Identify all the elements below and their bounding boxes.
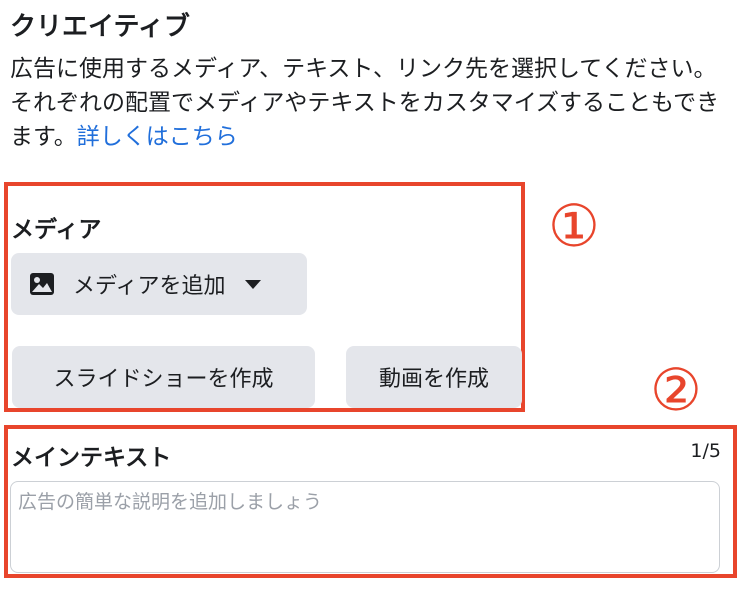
annotation-number-2: ② — [650, 356, 702, 424]
create-video-button[interactable]: 動画を作成 — [346, 346, 522, 408]
main-text-input[interactable] — [11, 482, 719, 572]
creative-description: 広告に使用するメディア、テキスト、リンク先を選択してください。それぞれの配置でメ… — [10, 52, 722, 154]
create-slideshow-button[interactable]: スライドショーを作成 — [12, 346, 315, 408]
image-icon — [30, 273, 54, 295]
main-text-field-wrapper — [10, 481, 720, 573]
learn-more-link[interactable]: 詳しくはこちら — [77, 124, 238, 150]
add-media-button[interactable]: メディアを追加 — [11, 253, 307, 315]
main-text-counter: 1/5 — [690, 440, 721, 462]
main-text-label: メインテキスト — [11, 445, 172, 471]
media-section-label: メディア — [11, 217, 102, 243]
annotation-number-1: ① — [548, 192, 600, 260]
caret-down-icon — [245, 279, 262, 289]
creative-title: クリエイティブ — [10, 12, 190, 42]
add-media-label: メディアを追加 — [73, 274, 226, 299]
